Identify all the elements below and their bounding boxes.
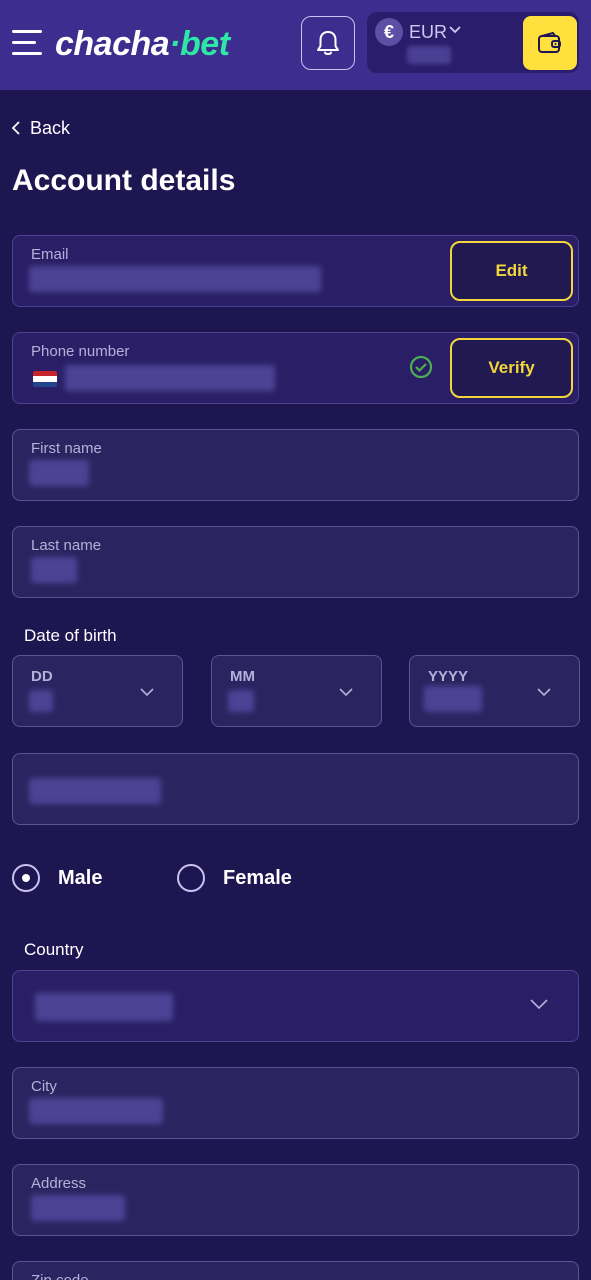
dob-year-placeholder: YYYY — [428, 668, 469, 685]
email-field[interactable]: Email Edit — [12, 235, 579, 307]
verified-check-icon — [409, 355, 433, 379]
email-value — [29, 266, 321, 292]
balance-amount — [407, 46, 451, 64]
dob-month-value — [228, 690, 254, 712]
wallet-button[interactable] — [523, 16, 577, 70]
chevron-down-icon[interactable] — [449, 24, 461, 34]
last-name-label: Last name — [31, 537, 102, 554]
gender-male-label: Male — [58, 866, 103, 889]
back-link[interactable]: Back — [12, 116, 70, 140]
logo-text: chacha — [55, 25, 170, 63]
page-title: Account details — [12, 164, 236, 197]
gender-female-label: Female — [223, 866, 292, 889]
dob-label: Date of birth — [24, 626, 117, 645]
hidden-detail-value — [29, 778, 161, 804]
last-name-field[interactable]: Last name — [12, 526, 579, 598]
verify-phone-button[interactable]: Verify — [450, 338, 573, 398]
email-label: Email — [31, 246, 69, 263]
logo[interactable]: chacha·bet — [55, 22, 230, 66]
zip-code-label: Zip code — [31, 1272, 89, 1280]
city-label: City — [31, 1078, 57, 1095]
radio-selected-icon[interactable] — [12, 864, 40, 892]
dob-month-select[interactable]: MM — [211, 655, 382, 727]
dob-year-select[interactable]: YYYY — [409, 655, 580, 727]
gender-female-option[interactable]: Female — [177, 862, 292, 894]
hidden-detail-field[interactable] — [12, 753, 579, 825]
last-name-value — [31, 557, 77, 583]
first-name-label: First name — [31, 440, 102, 457]
country-label: Country — [24, 940, 84, 959]
back-label: Back — [30, 117, 71, 138]
chevron-left-icon — [12, 121, 20, 135]
chevron-down-icon — [537, 688, 551, 697]
chevron-down-icon — [140, 688, 154, 697]
radio-unselected-icon[interactable] — [177, 864, 205, 892]
chevron-down-icon — [530, 999, 548, 1010]
phone-value — [65, 365, 275, 391]
zip-code-field[interactable]: Zip code — [12, 1261, 579, 1280]
wallet-icon — [538, 32, 561, 53]
phone-field[interactable]: Phone number Verify — [12, 332, 579, 404]
top-header: chacha·bet € EUR — [0, 0, 591, 90]
first-name-value — [29, 460, 89, 486]
address-field[interactable]: Address — [12, 1164, 579, 1236]
city-field[interactable]: City — [12, 1067, 579, 1139]
country-select[interactable] — [12, 970, 579, 1042]
first-name-field[interactable]: First name — [12, 429, 579, 501]
currency-label[interactable]: EUR — [409, 20, 447, 44]
city-value — [29, 1098, 163, 1124]
dob-day-placeholder: DD — [31, 668, 53, 685]
euro-icon: € — [375, 18, 403, 46]
notifications-button[interactable] — [301, 16, 355, 70]
edit-email-button[interactable]: Edit — [450, 241, 573, 301]
gender-male-option[interactable]: Male — [12, 862, 102, 894]
logo-text-accent: ·bet — [169, 25, 230, 63]
bell-icon — [317, 31, 339, 55]
dob-day-select[interactable]: DD — [12, 655, 183, 727]
netherlands-flag-icon — [33, 371, 57, 387]
address-value — [31, 1195, 125, 1221]
chevron-down-icon — [339, 688, 353, 697]
phone-label: Phone number — [31, 343, 130, 360]
country-value — [35, 993, 173, 1021]
hamburger-menu-icon[interactable] — [12, 30, 42, 56]
dob-year-value — [424, 686, 482, 712]
dob-month-placeholder: MM — [230, 668, 255, 685]
address-label: Address — [31, 1175, 87, 1192]
dob-day-value — [29, 690, 53, 712]
